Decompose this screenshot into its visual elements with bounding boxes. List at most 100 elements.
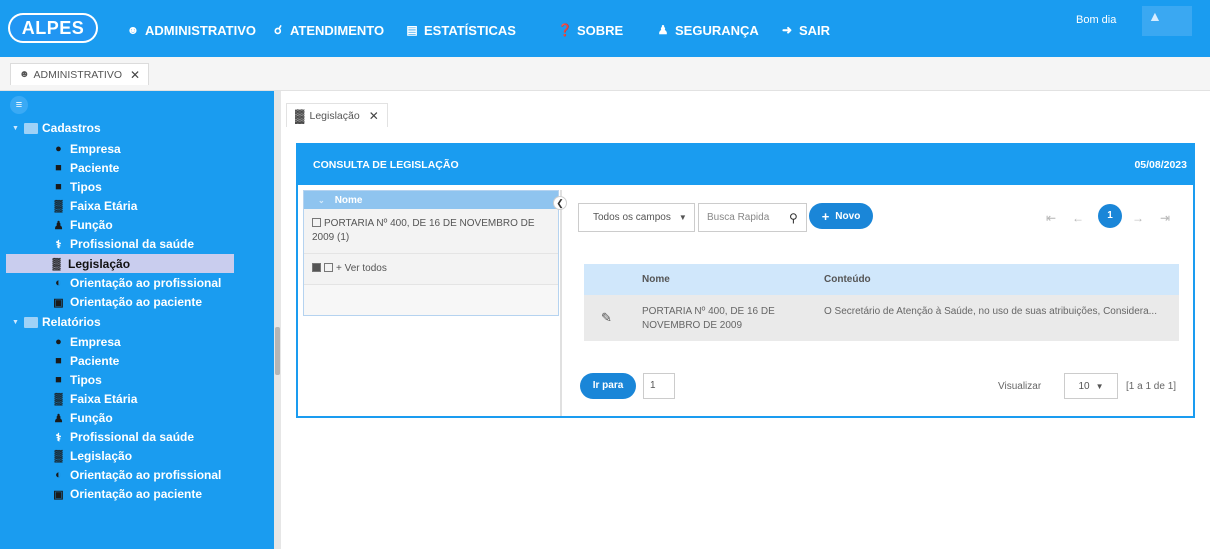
goto-page-button[interactable]: Ir para (580, 373, 636, 399)
sidebar-item-label: Orientação ao paciente (70, 487, 203, 501)
record-range: [1 a 1 de 1] (1126, 381, 1177, 392)
filter-see-all[interactable]: + Ver todos (304, 254, 558, 285)
nav-sair[interactable]: ➜ SAIR (779, 22, 830, 38)
filter-header[interactable]: ⌄ Nome (304, 191, 558, 209)
column-header-conteudo[interactable]: Conteúdo (824, 274, 871, 285)
top-navigation-bar: ALPES ☻ ADMINISTRATIVO ☌ ATENDIMENTO ▤ E… (0, 0, 1210, 57)
sidebar-item-profissional-saude[interactable]: ⚕ Profissional da saúde (52, 428, 195, 446)
sidebar-item-orientacao-paciente[interactable]: ▣ Orientação ao paciente (52, 485, 202, 503)
column-header-nome[interactable]: Nome (642, 274, 670, 285)
chevron-down-icon: ▼ (1095, 381, 1104, 391)
sidebar-item-faixa-etaria[interactable]: ▓ Faixa Etária (52, 197, 137, 215)
user-icon: ▲ (1148, 8, 1162, 24)
toggle-icon: ◐ (55, 277, 62, 289)
sidebar-item-label: Função (70, 218, 113, 232)
filter-option[interactable]: PORTARIA Nº 400, DE 16 DE NOVEMBRO DE 20… (304, 209, 558, 254)
chevron-left-icon: ❮ (556, 198, 564, 208)
current-page-button[interactable]: 1 (1098, 204, 1122, 228)
splitter (560, 190, 562, 416)
sidebar-item-empresa[interactable]: ● Empresa (52, 333, 121, 351)
sidebar-item-profissional-saude[interactable]: ⚕ Profissional da saúde (52, 235, 195, 253)
sidebar-item-orientacao-profissional[interactable]: ◐ Orientação ao profissional (52, 466, 221, 484)
user-role-icon: ♟ (53, 219, 64, 232)
sidebar-item-legislacao[interactable]: ▓ Legislação (6, 254, 234, 273)
sidebar-item-label: Faixa Etária (70, 199, 138, 213)
filter-option-label: PORTARIA Nº 400, DE 16 DE NOVEMBRO DE 20… (312, 218, 535, 243)
page-size-value: 10 (1078, 380, 1090, 392)
sidebar-item-paciente[interactable]: ■ Paciente (52, 159, 119, 177)
cell-nome: PORTARIA Nº 400, DE 16 DE NOVEMBRO DE 20… (642, 306, 775, 331)
table-row[interactable]: ✎ PORTARIA Nº 400, DE 16 DE NOVEMBRO DE … (584, 295, 1179, 341)
sidebar-item-funcao[interactable]: ♟ Função (52, 216, 113, 234)
search-input[interactable] (707, 212, 787, 223)
checkbox[interactable] (312, 218, 321, 227)
user-avatar[interactable]: ▲ (1142, 6, 1192, 36)
report-icon (24, 316, 38, 328)
tab-administrativo[interactable]: ☻ ADMINISTRATIVO ✕ (10, 63, 150, 85)
prev-page-icon[interactable]: ← (1072, 211, 1084, 225)
clipboard-icon: ▣ (53, 296, 64, 309)
sidebar-item-label: Paciente (70, 354, 120, 368)
app-logo[interactable]: ALPES (8, 13, 98, 43)
sidebar-group-cadastros[interactable]: ▼ Cadastros (12, 120, 101, 136)
plus-icon: + (821, 208, 830, 224)
chart-icon: ▤ (406, 23, 418, 37)
sidebar-item-tipos[interactable]: ■ Tipos (52, 371, 102, 389)
sidebar-item-faixa-etaria[interactable]: ▓ Faixa Etária (52, 390, 137, 408)
chevron-down-icon: ⌄ (318, 195, 325, 205)
age-chart-icon: ▓ (54, 393, 63, 405)
nav-administrativo[interactable]: ☻ ADMINISTRATIVO (125, 22, 256, 38)
search-field-select[interactable]: Todos os campos ▼ (578, 203, 695, 232)
search-icon[interactable]: ⚲ (789, 211, 798, 225)
question-icon: ❓ (557, 23, 573, 37)
table-header: Nome Conteúdo (584, 264, 1179, 295)
legislation-icon: ▓ (54, 450, 63, 462)
clipboard-icon: ▣ (53, 488, 64, 501)
edit-icon[interactable]: ✎ (601, 310, 612, 326)
nav-label: ESTATÍSTICAS (424, 22, 516, 38)
sidebar-item-funcao[interactable]: ♟ Função (52, 409, 113, 427)
person-icon: ■ (55, 355, 62, 367)
nav-estatisticas[interactable]: ▤ ESTATÍSTICAS (404, 22, 516, 38)
scrollbar-thumb[interactable] (275, 327, 280, 375)
close-icon[interactable]: ✕ (130, 68, 140, 82)
nav-label: ADMINISTRATIVO (145, 22, 256, 38)
checkbox[interactable] (324, 263, 333, 272)
sidebar-scrollbar[interactable] (274, 91, 281, 549)
close-icon[interactable]: ✕ (369, 109, 379, 123)
panel-title: CONSULTA DE LEGISLAÇÃO (313, 159, 459, 171)
sidebar-item-paciente[interactable]: ■ Paciente (52, 352, 119, 370)
sidebar-item-orientacao-paciente[interactable]: ▣ Orientação ao paciente (52, 293, 202, 311)
sidebar-item-label: Legislação (70, 449, 133, 463)
sidebar-group-label: Relatórios (42, 315, 101, 329)
legislation-icon: ▓ (295, 108, 305, 123)
sidebar: ≡ ▼ Cadastros ● Empresa ■ Paciente ■ Tip… (0, 91, 274, 549)
age-chart-icon: ▓ (54, 200, 63, 212)
first-page-icon[interactable]: ⇤ (1046, 211, 1056, 225)
goto-page-input[interactable]: 1 (643, 373, 675, 399)
nav-seguranca[interactable]: ♟ SEGURANÇA (655, 22, 759, 38)
sidebar-item-legislacao[interactable]: ▓ Legislação (52, 447, 132, 465)
sign-out-icon: ➜ (781, 23, 793, 37)
sidebar-item-label: Profissional da saúde (70, 430, 195, 444)
nav-atendimento[interactable]: ☌ ATENDIMENTO (270, 22, 384, 38)
sidebar-item-label: Empresa (70, 335, 121, 349)
toggle-icon: ◐ (55, 469, 62, 481)
sidebar-item-orientacao-profissional[interactable]: ◐ Orientação ao profissional (52, 274, 221, 292)
sidebar-item-empresa[interactable]: ● Empresa (52, 140, 121, 158)
nav-label: SEGURANÇA (675, 22, 759, 38)
collapse-filter-button[interactable]: ❮ (553, 196, 567, 210)
sidebar-item-label: Tipos (70, 180, 102, 194)
sidebar-group-relatorios[interactable]: ▼ Relatórios (12, 314, 101, 330)
menu-toggle-icon[interactable]: ≡ (10, 96, 28, 114)
checkbox-checked[interactable] (312, 263, 321, 272)
next-page-icon[interactable]: → (1132, 211, 1144, 225)
new-button[interactable]: + Novo (809, 203, 873, 229)
filter-list: ⌄ Nome PORTARIA Nº 400, DE 16 DE NOVEMBR… (303, 190, 559, 316)
tab-legislacao[interactable]: ▓ Legislação ✕ (286, 103, 388, 127)
page-size-select[interactable]: 10 ▼ (1064, 373, 1118, 399)
last-page-icon[interactable]: ⇥ (1160, 211, 1170, 225)
nav-sobre[interactable]: ❓ SOBRE (557, 22, 624, 38)
sidebar-item-tipos[interactable]: ■ Tipos (52, 178, 102, 196)
users-icon: ☻ (19, 69, 30, 80)
